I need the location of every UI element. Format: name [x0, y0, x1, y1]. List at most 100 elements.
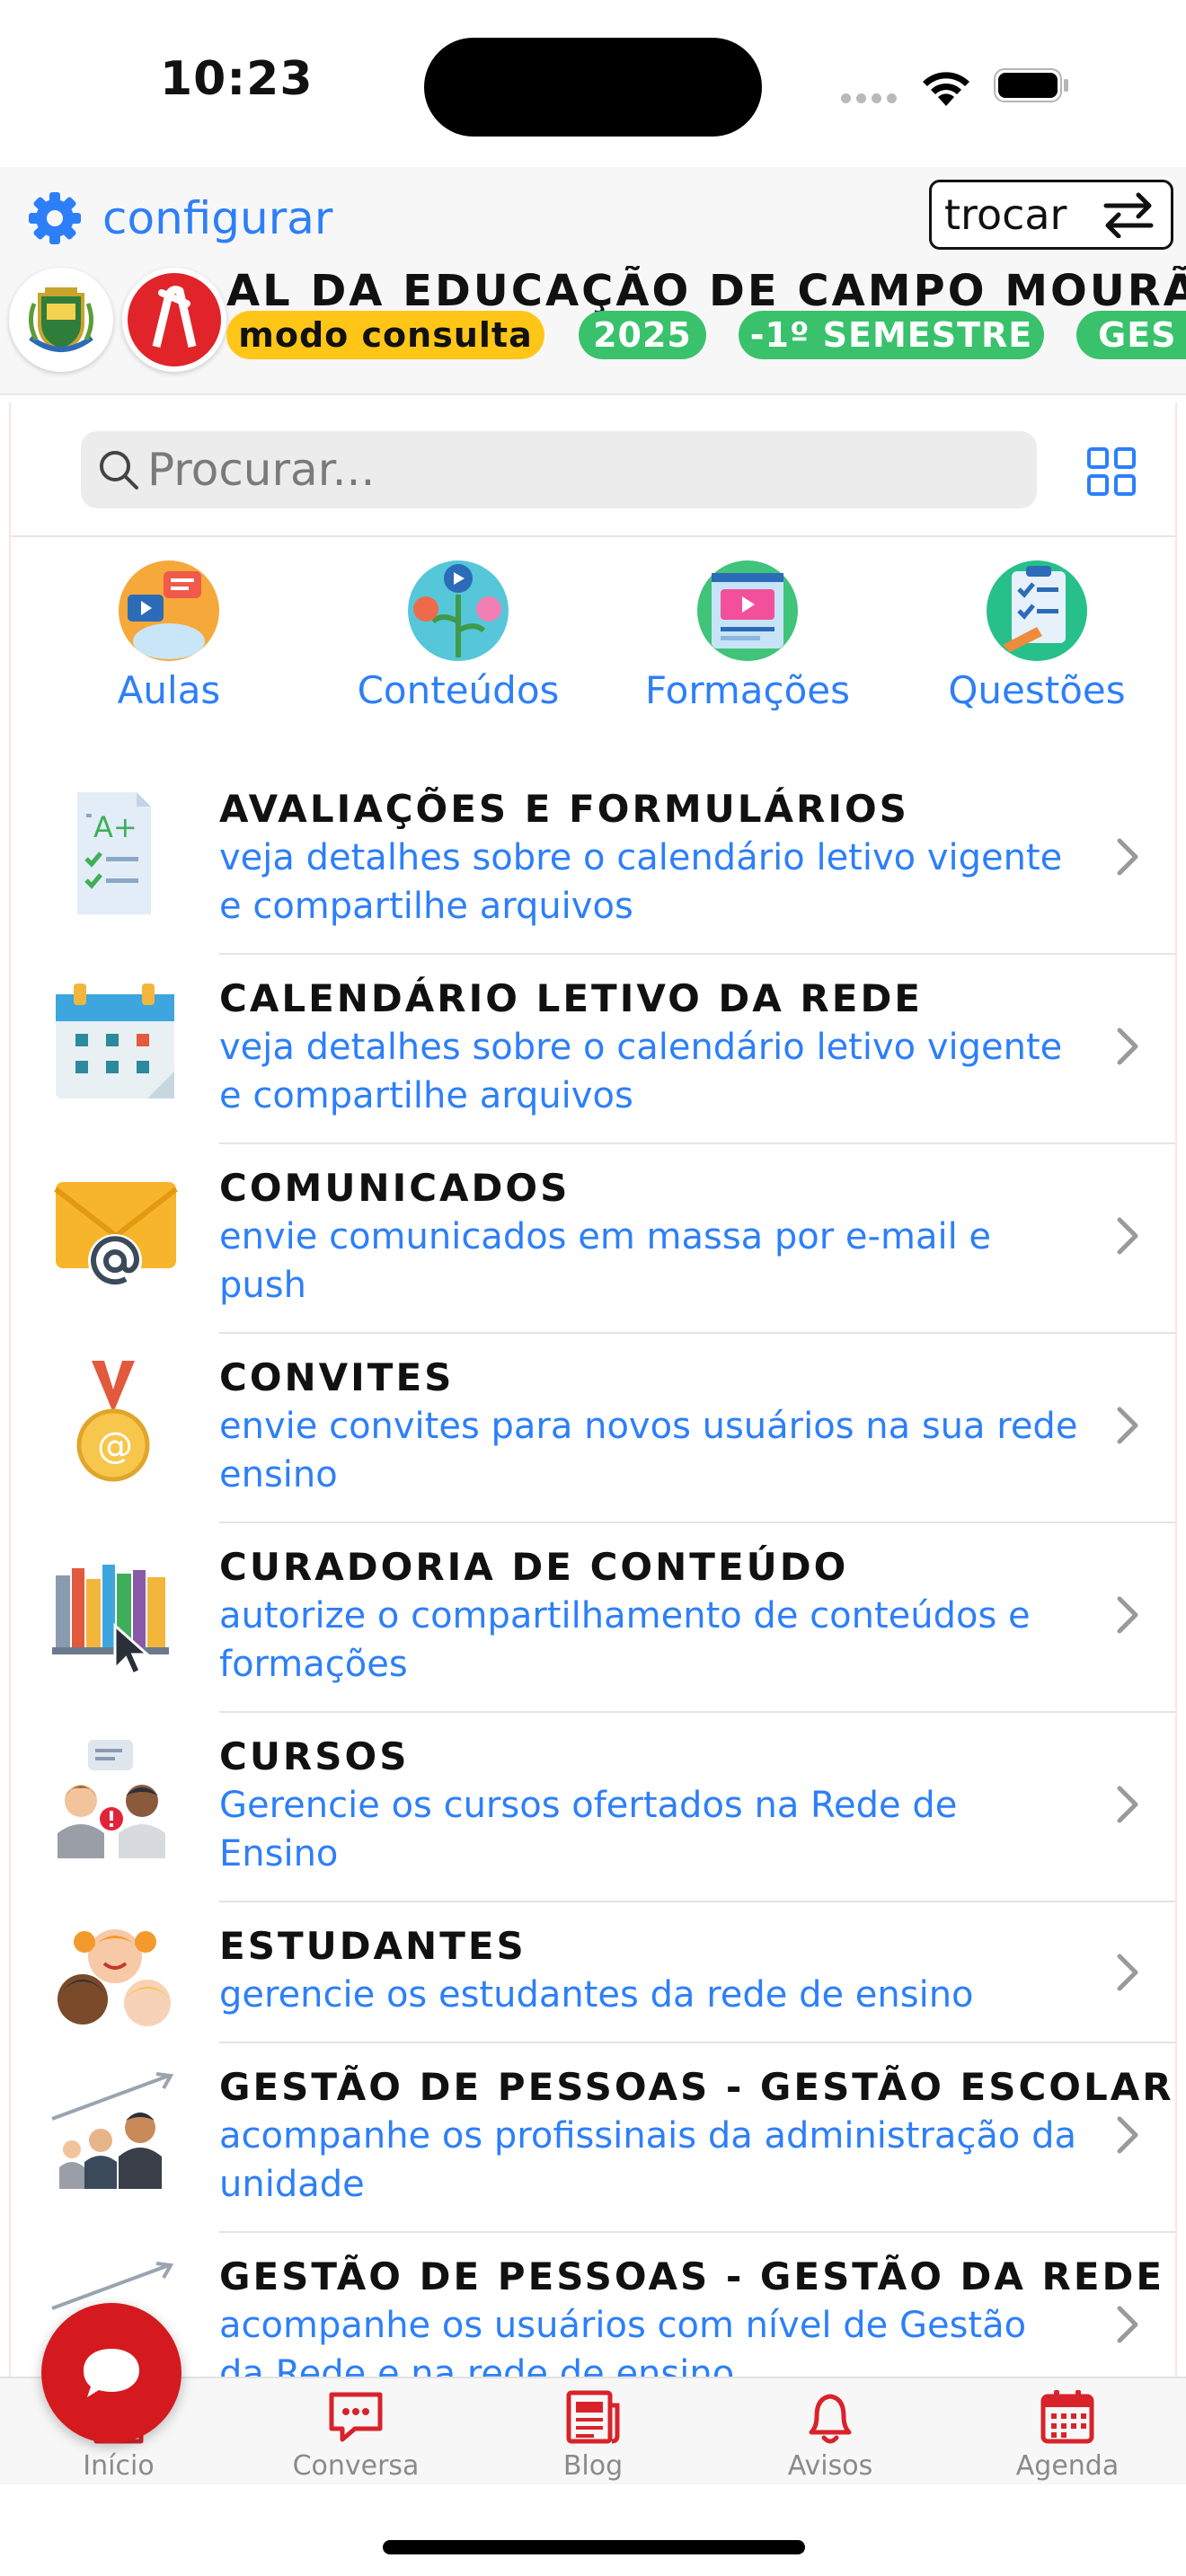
- menu-item-description: envie convites para novos usuários na su…: [219, 1406, 1078, 1495]
- menu-item-texts: GESTÃO DE PESSOAS - GESTÃO DA REDE acomp…: [219, 2253, 1162, 2378]
- menu-item-description: envie comunicados em massa por e-mail e …: [219, 1216, 992, 1306]
- search-row: [11, 402, 1175, 537]
- network-banner: AL DA EDUCAÇÃO DE CAMPO MOURÃO modo cons…: [226, 266, 1186, 395]
- battery-icon: [994, 68, 1068, 102]
- home-indicator-area: [0, 2484, 1186, 2576]
- menu-item-comunicados[interactable]: COMUNICADOS envie comunicados em massa p…: [11, 1144, 1175, 1334]
- status-bar: 10:23: [0, 0, 1186, 167]
- search-input[interactable]: [147, 444, 1028, 496]
- menu-item-title: CONVITES: [219, 1355, 455, 1399]
- chevron-right-icon: [1117, 1028, 1138, 1065]
- questions-icon: [987, 560, 1087, 661]
- grid-view-icon[interactable]: [1085, 446, 1137, 498]
- menu-item-texts: CURADORIA DE CONTEÚDO autorize o compart…: [219, 1543, 1082, 1689]
- menu-item-title: ESTUDANTES: [219, 1924, 527, 1968]
- people-conversation-icon: [58, 1740, 165, 1858]
- tab-agenda[interactable]: Agenda: [978, 2386, 1157, 2484]
- shortcut-label: Questões: [948, 668, 1126, 712]
- menu-item-title: CALENDÁRIO LETIVO DA REDE: [219, 976, 923, 1020]
- menu-item-curadoria[interactable]: CURADORIA DE CONTEÚDO autorize o compart…: [11, 1523, 1175, 1713]
- tab-label: Blog: [562, 2450, 624, 2482]
- menu-item-title: COMUNICADOS: [219, 1166, 571, 1210]
- switch-label: trocar: [944, 190, 1067, 239]
- switch-button[interactable]: trocar: [929, 180, 1173, 250]
- search-icon: [100, 451, 138, 490]
- shortcut-conteudos[interactable]: Conteúdos: [341, 559, 575, 738]
- tab-blog[interactable]: Blog: [503, 2386, 683, 2484]
- management-badge: GES: [1076, 311, 1186, 359]
- menu-item-estudantes[interactable]: ESTUDANTES gerencie os estudantes da red…: [11, 1902, 1175, 2043]
- students-faces-icon: [58, 1929, 171, 2026]
- menu-item-calendario[interactable]: CALENDÁRIO LETIVO DA REDE veja detalhes …: [11, 955, 1175, 1144]
- menu-item-description: acompanhe os profissinais da administraç…: [219, 2115, 1076, 2205]
- status-time: 10:23: [160, 52, 314, 106]
- svg-text:@: @: [97, 1425, 133, 1467]
- evaluation-form-icon: A+: [77, 792, 151, 914]
- shortcut-aulas[interactable]: Aulas: [52, 559, 286, 738]
- trainings-icon: [697, 560, 798, 661]
- menu-item-texts: GESTÃO DE PESSOAS - GESTÃO ESCOLAR acomp…: [219, 2063, 1174, 2209]
- shortcut-row: Aulas Conteúdos Formações Questões: [11, 537, 1175, 742]
- app-header: configurar trocar AL DA EDUCAÇÃO DE CAMP…: [0, 167, 1186, 395]
- tab-conversa[interactable]: Conversa: [266, 2386, 446, 2484]
- menu-item-description: veja detalhes sobre o calendário letivo …: [219, 837, 1063, 927]
- shortcut-formacoes[interactable]: Formações: [631, 559, 864, 738]
- menu-item-cursos[interactable]: CURSOS Gerencie os cursos ofertados na R…: [11, 1713, 1175, 1902]
- chevron-right-icon: [1117, 2306, 1138, 2343]
- gear-icon: [29, 192, 81, 244]
- floating-chat-button[interactable]: [41, 2303, 181, 2443]
- swap-arrows-icon: [1103, 192, 1154, 238]
- menu-item-texts: COMUNICADOS envie comunicados em massa p…: [219, 1164, 1082, 1310]
- menu-item-avaliacoes[interactable]: A+ AVALIAÇÕES E FORMULÁRIOS veja detalhe…: [11, 765, 1175, 955]
- app-brand-logo: [122, 268, 226, 372]
- chevron-right-icon: [1117, 1407, 1138, 1444]
- newspaper-icon: [566, 2390, 620, 2444]
- shortcut-label: Formações: [644, 668, 851, 712]
- main-content: Aulas Conteúdos Formações: [9, 402, 1177, 2378]
- menu-item-description: acompanhe os usuários com nível de Gestã…: [219, 2305, 1027, 2378]
- tab-label: Avisos: [787, 2450, 873, 2482]
- tab-label: Início: [83, 2450, 155, 2482]
- shortcut-label: Conteúdos: [357, 668, 560, 712]
- dynamic-island: [424, 38, 762, 137]
- envelope-at-icon: [54, 1182, 178, 1288]
- cellular-signal-icon: [841, 93, 897, 104]
- menu-item-texts: ESTUDANTES gerencie os estudantes da red…: [219, 1922, 1082, 2019]
- shortcut-questoes[interactable]: Questões: [920, 559, 1154, 738]
- medal-icon: @: [76, 1361, 150, 1482]
- chat-bubble-icon: [84, 2349, 139, 2397]
- menu-item-description: autorize o compartilhamento de conteúdos…: [219, 1595, 1031, 1685]
- tab-label: Conversa: [292, 2450, 420, 2482]
- tab-avisos[interactable]: Avisos: [740, 2386, 920, 2484]
- semester-badge: -1º SEMESTRE: [739, 311, 1044, 359]
- home-indicator[interactable]: [383, 2540, 805, 2554]
- menu-item-title: CURADORIA DE CONTEÚDO: [219, 1545, 849, 1589]
- menu-item-title: CURSOS: [219, 1734, 410, 1778]
- menu-item-title: GESTÃO DE PESSOAS - GESTÃO ESCOLAR: [219, 2065, 1174, 2109]
- wifi-icon: [923, 72, 969, 106]
- menu-item-gestao-escolar[interactable]: GESTÃO DE PESSOAS - GESTÃO ESCOLAR acomp…: [11, 2043, 1175, 2233]
- chat-bubble-icon: [329, 2392, 383, 2442]
- configure-label: configurar: [102, 192, 333, 244]
- menu-item-gestao-rede[interactable]: GESTÃO DE PESSOAS - GESTÃO DA REDE acomp…: [11, 2233, 1175, 2378]
- chevron-right-icon: [1117, 838, 1138, 876]
- menu-item-texts: CONVITES envie convites para novos usuár…: [219, 1354, 1082, 1499]
- calendar-grid-icon: [1040, 2390, 1094, 2444]
- lessons-icon: [119, 560, 219, 661]
- configure-button[interactable]: configurar: [27, 187, 332, 250]
- admin-menu-list: A+ AVALIAÇÕES E FORMULÁRIOS veja detalhe…: [11, 765, 1175, 2378]
- shortcut-label: Aulas: [117, 668, 221, 712]
- contents-icon: [408, 560, 509, 661]
- menu-item-description: Gerencie os cursos ofertados na Rede de …: [219, 1785, 958, 1875]
- chevron-right-icon: [1117, 2116, 1138, 2154]
- search-box[interactable]: [81, 431, 1037, 508]
- menu-item-convites[interactable]: @ CONVITES envie convites para novos usu…: [11, 1334, 1175, 1523]
- network-name: AL DA EDUCAÇÃO DE CAMPO MOURÃO: [226, 266, 1186, 316]
- chevron-right-icon: [1117, 1596, 1138, 1634]
- menu-item-texts: AVALIAÇÕES E FORMULÁRIOS veja detalhes s…: [219, 785, 1082, 931]
- team-growth-icon: [51, 2072, 174, 2189]
- menu-item-texts: CURSOS Gerencie os cursos ofertados na R…: [219, 1733, 1082, 1878]
- chevron-right-icon: [1117, 1954, 1138, 1991]
- city-coat-of-arms-logo: [9, 268, 113, 372]
- mode-badge: modo consulta: [226, 311, 544, 359]
